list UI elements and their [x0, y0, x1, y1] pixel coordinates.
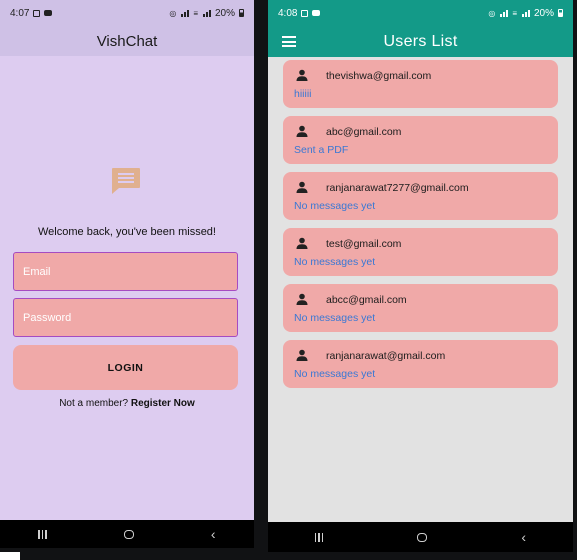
battery-icon: [239, 9, 244, 17]
last-message: No messages yet: [294, 368, 376, 380]
recent-apps-icon[interactable]: [314, 532, 324, 542]
person-icon: [296, 69, 308, 81]
signal-icon-2: [202, 9, 211, 17]
gallery-notification-icon: [301, 9, 309, 17]
recent-apps-icon[interactable]: [38, 529, 47, 539]
password-input[interactable]: [21, 310, 237, 325]
app-bar: Users List: [268, 26, 573, 57]
back-icon[interactable]: ‹: [521, 530, 526, 544]
user-card[interactable]: ranjanarawat@gmail.com No messages yet: [283, 340, 558, 388]
hotspot-icon: ◎: [488, 8, 497, 18]
network-type-icon: ≡: [193, 8, 199, 18]
user-list: thevishwa@gmail.com hiiiii abc@gmail.com…: [283, 60, 558, 396]
welcome-text: Welcome back, you've been missed!: [38, 226, 216, 238]
user-card[interactable]: thevishwa@gmail.com hiiiii: [283, 60, 558, 108]
person-icon: [296, 181, 308, 193]
email-input[interactable]: [21, 264, 237, 279]
signal-icon: [500, 9, 509, 17]
user-email: test@gmail.com: [326, 238, 402, 250]
user-email: abcc@gmail.com: [326, 294, 407, 306]
user-card[interactable]: abcc@gmail.com No messages yet: [283, 284, 558, 332]
not-member-text: Not a member?: [59, 398, 129, 409]
battery-percent: 20%: [214, 7, 235, 19]
home-icon[interactable]: [123, 529, 134, 539]
hotspot-icon: ◎: [169, 8, 178, 18]
system-nav-bar: ‹: [268, 522, 573, 552]
user-card[interactable]: abc@gmail.com Sent a PDF: [283, 116, 558, 164]
person-icon: [296, 125, 308, 137]
password-field[interactable]: [13, 298, 238, 337]
last-message: No messages yet: [294, 200, 376, 212]
user-card[interactable]: test@gmail.com No messages yet: [283, 228, 558, 276]
signal-icon: [181, 9, 190, 17]
app-title: VishChat: [96, 32, 158, 50]
last-message: Sent a PDF: [294, 144, 349, 156]
register-now-link[interactable]: Register Now: [131, 398, 195, 409]
person-icon: [296, 349, 308, 361]
status-bar: 4:07 ◎ ≡ 20%: [0, 0, 254, 26]
user-card[interactable]: ranjanarawat7277@gmail.com No messages y…: [283, 172, 558, 220]
person-icon: [296, 237, 308, 249]
youtube-notification-icon: [44, 10, 53, 16]
user-email: ranjanarawat@gmail.com: [326, 350, 446, 362]
battery-percent: 20%: [533, 7, 554, 19]
email-field[interactable]: [13, 252, 238, 291]
app-bar: VishChat: [0, 26, 254, 56]
app-title: Users List: [383, 32, 458, 50]
last-message: No messages yet: [294, 312, 376, 324]
user-email: abc@gmail.com: [326, 126, 402, 138]
login-screen: 4:07 ◎ ≡ 20% VishChat Welcome back, you'…: [0, 0, 254, 548]
battery-icon: [558, 9, 563, 17]
gallery-notification-icon: [33, 9, 41, 17]
back-icon[interactable]: ‹: [211, 527, 216, 541]
youtube-notification-icon: [312, 10, 321, 16]
system-nav-bar: ‹: [0, 520, 254, 548]
chat-message-icon: [112, 168, 140, 194]
last-message: hiiiii: [294, 88, 312, 100]
screen-edge: [0, 552, 20, 560]
last-message: No messages yet: [294, 256, 376, 268]
network-type-icon: ≡: [512, 8, 518, 18]
signal-icon-2: [521, 9, 530, 17]
status-time: 4:07: [10, 7, 30, 19]
register-row: Not a member? Register Now: [0, 398, 254, 409]
status-time: 4:08: [278, 7, 298, 19]
login-button[interactable]: LOGIN: [13, 345, 238, 390]
person-icon: [296, 293, 308, 305]
user-email: thevishwa@gmail.com: [326, 70, 432, 82]
users-list-screen: 4:08 ◎ ≡ 20% Users List thevishwa@gmail.…: [268, 0, 573, 552]
home-icon[interactable]: [417, 532, 428, 542]
user-email: ranjanarawat7277@gmail.com: [326, 182, 469, 194]
status-bar: 4:08 ◎ ≡ 20%: [268, 0, 573, 26]
